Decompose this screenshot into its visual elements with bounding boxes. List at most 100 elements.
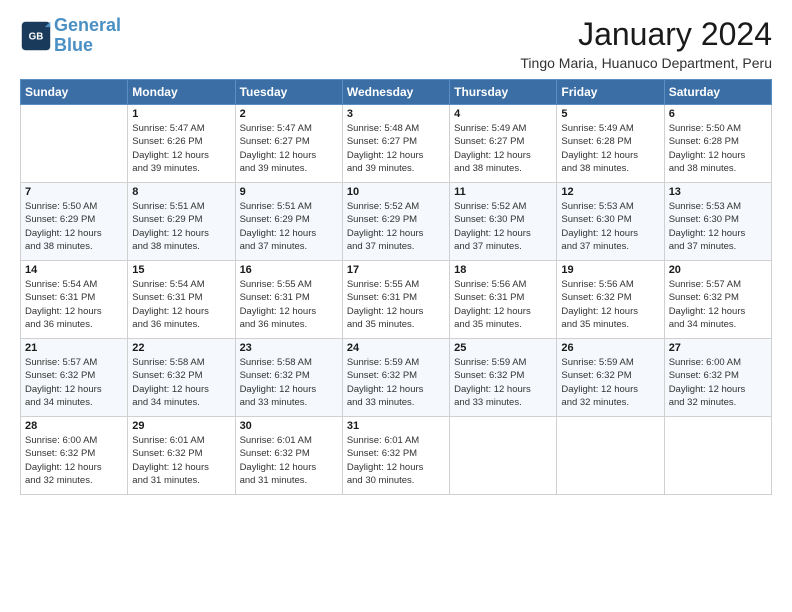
calendar-table: SundayMondayTuesdayWednesdayThursdayFrid… xyxy=(20,79,772,495)
day-number: 5 xyxy=(561,108,659,120)
day-info: Sunrise: 5:53 AMSunset: 6:30 PMDaylight:… xyxy=(561,200,659,253)
calendar-cell xyxy=(557,417,664,495)
day-info: Sunrise: 5:51 AMSunset: 6:29 PMDaylight:… xyxy=(240,200,338,253)
day-info: Sunrise: 5:50 AMSunset: 6:29 PMDaylight:… xyxy=(25,200,123,253)
day-number: 16 xyxy=(240,264,338,276)
calendar-cell: 29 Sunrise: 6:01 AMSunset: 6:32 PMDayligh… xyxy=(128,417,235,495)
day-number: 26 xyxy=(561,342,659,354)
day-info: Sunrise: 5:53 AMSunset: 6:30 PMDaylight:… xyxy=(669,200,767,253)
calendar-cell: 30 Sunrise: 6:01 AMSunset: 6:32 PMDayligh… xyxy=(235,417,342,495)
day-number: 30 xyxy=(240,420,338,432)
svg-text:GB: GB xyxy=(29,31,44,42)
day-info: Sunrise: 5:59 AMSunset: 6:32 PMDaylight:… xyxy=(454,356,552,409)
day-info: Sunrise: 5:57 AMSunset: 6:32 PMDaylight:… xyxy=(669,278,767,331)
day-number: 19 xyxy=(561,264,659,276)
calendar-week-row: 21Sunrise: 5:57 AMSunset: 6:32 PMDayligh… xyxy=(21,339,772,417)
calendar-cell xyxy=(664,417,771,495)
day-number: 22 xyxy=(132,342,230,354)
day-info: Sunrise: 5:56 AMSunset: 6:32 PMDaylight:… xyxy=(561,278,659,331)
weekday-header-tuesday: Tuesday xyxy=(235,80,342,105)
day-number: 11 xyxy=(454,186,552,198)
logo-line1: General xyxy=(54,15,121,35)
day-info: Sunrise: 5:54 AMSunset: 6:31 PMDaylight:… xyxy=(25,278,123,331)
day-info: Sunrise: 5:48 AMSunset: 6:27 PMDaylight:… xyxy=(347,122,445,175)
day-number: 28 xyxy=(25,420,123,432)
calendar-week-row: 1 Sunrise: 5:47 AMSunset: 6:26 PMDaylight… xyxy=(21,105,772,183)
day-number: 31 xyxy=(347,420,445,432)
day-number: 10 xyxy=(347,186,445,198)
calendar-cell: 5 Sunrise: 5:49 AMSunset: 6:28 PMDaylight… xyxy=(557,105,664,183)
calendar-cell: 23 Sunrise: 5:58 AMSunset: 6:32 PMDayligh… xyxy=(235,339,342,417)
day-number: 17 xyxy=(347,264,445,276)
day-number: 27 xyxy=(669,342,767,354)
calendar-cell: 10 Sunrise: 5:52 AMSunset: 6:29 PMDayligh… xyxy=(342,183,449,261)
weekday-header-thursday: Thursday xyxy=(450,80,557,105)
day-info: Sunrise: 5:57 AMSunset: 6:32 PMDaylight:… xyxy=(25,356,123,409)
day-info: Sunrise: 6:00 AMSunset: 6:32 PMDaylight:… xyxy=(669,356,767,409)
day-info: Sunrise: 5:55 AMSunset: 6:31 PMDaylight:… xyxy=(347,278,445,331)
calendar-page: GB General Blue January 2024 Tingo Maria… xyxy=(0,0,792,612)
weekday-header-wednesday: Wednesday xyxy=(342,80,449,105)
calendar-cell: 21Sunrise: 5:57 AMSunset: 6:32 PMDayligh… xyxy=(21,339,128,417)
day-number: 2 xyxy=(240,108,338,120)
day-info: Sunrise: 5:50 AMSunset: 6:28 PMDaylight:… xyxy=(669,122,767,175)
calendar-cell: 8 Sunrise: 5:51 AMSunset: 6:29 PMDaylight… xyxy=(128,183,235,261)
day-info: Sunrise: 5:49 AMSunset: 6:27 PMDaylight:… xyxy=(454,122,552,175)
calendar-cell: 22Sunrise: 5:58 AMSunset: 6:32 PMDayligh… xyxy=(128,339,235,417)
day-info: Sunrise: 5:54 AMSunset: 6:31 PMDaylight:… xyxy=(132,278,230,331)
day-number: 25 xyxy=(454,342,552,354)
day-number: 13 xyxy=(669,186,767,198)
calendar-cell: 2 Sunrise: 5:47 AMSunset: 6:27 PMDaylight… xyxy=(235,105,342,183)
day-info: Sunrise: 5:59 AMSunset: 6:32 PMDaylight:… xyxy=(561,356,659,409)
month-title: January 2024 xyxy=(520,16,772,53)
day-number: 4 xyxy=(454,108,552,120)
calendar-cell: 15Sunrise: 5:54 AMSunset: 6:31 PMDayligh… xyxy=(128,261,235,339)
day-info: Sunrise: 5:59 AMSunset: 6:32 PMDaylight:… xyxy=(347,356,445,409)
day-info: Sunrise: 6:01 AMSunset: 6:32 PMDaylight:… xyxy=(132,434,230,487)
weekday-header-sunday: Sunday xyxy=(21,80,128,105)
calendar-cell: 27 Sunrise: 6:00 AMSunset: 6:32 PMDayligh… xyxy=(664,339,771,417)
calendar-cell xyxy=(21,105,128,183)
day-info: Sunrise: 5:56 AMSunset: 6:31 PMDaylight:… xyxy=(454,278,552,331)
weekday-header-monday: Monday xyxy=(128,80,235,105)
logo-text: General Blue xyxy=(54,16,121,56)
calendar-cell: 20 Sunrise: 5:57 AMSunset: 6:32 PMDayligh… xyxy=(664,261,771,339)
day-number: 24 xyxy=(347,342,445,354)
day-number: 6 xyxy=(669,108,767,120)
calendar-cell: 9 Sunrise: 5:51 AMSunset: 6:29 PMDaylight… xyxy=(235,183,342,261)
calendar-cell: 12Sunrise: 5:53 AMSunset: 6:30 PMDayligh… xyxy=(557,183,664,261)
calendar-week-row: 7 Sunrise: 5:50 AMSunset: 6:29 PMDaylight… xyxy=(21,183,772,261)
calendar-cell: 25 Sunrise: 5:59 AMSunset: 6:32 PMDayligh… xyxy=(450,339,557,417)
day-info: Sunrise: 5:52 AMSunset: 6:30 PMDaylight:… xyxy=(454,200,552,253)
day-number: 20 xyxy=(669,264,767,276)
day-number: 23 xyxy=(240,342,338,354)
day-info: Sunrise: 5:52 AMSunset: 6:29 PMDaylight:… xyxy=(347,200,445,253)
day-number: 7 xyxy=(25,186,123,198)
day-info: Sunrise: 5:49 AMSunset: 6:28 PMDaylight:… xyxy=(561,122,659,175)
location-title: Tingo Maria, Huanuco Department, Peru xyxy=(520,55,772,71)
day-info: Sunrise: 5:47 AMSunset: 6:27 PMDaylight:… xyxy=(240,122,338,175)
day-number: 18 xyxy=(454,264,552,276)
day-number: 29 xyxy=(132,420,230,432)
calendar-cell: 13 Sunrise: 5:53 AMSunset: 6:30 PMDayligh… xyxy=(664,183,771,261)
day-info: Sunrise: 6:01 AMSunset: 6:32 PMDaylight:… xyxy=(347,434,445,487)
day-number: 1 xyxy=(132,108,230,120)
calendar-week-row: 28Sunrise: 6:00 AMSunset: 6:32 PMDayligh… xyxy=(21,417,772,495)
day-info: Sunrise: 5:51 AMSunset: 6:29 PMDaylight:… xyxy=(132,200,230,253)
calendar-cell: 14 Sunrise: 5:54 AMSunset: 6:31 PMDayligh… xyxy=(21,261,128,339)
day-number: 8 xyxy=(132,186,230,198)
day-number: 14 xyxy=(25,264,123,276)
calendar-cell: 18 Sunrise: 5:56 AMSunset: 6:31 PMDayligh… xyxy=(450,261,557,339)
day-info: Sunrise: 5:58 AMSunset: 6:32 PMDaylight:… xyxy=(240,356,338,409)
calendar-cell: 11 Sunrise: 5:52 AMSunset: 6:30 PMDayligh… xyxy=(450,183,557,261)
day-number: 9 xyxy=(240,186,338,198)
title-block: January 2024 Tingo Maria, Huanuco Depart… xyxy=(520,16,772,71)
calendar-cell: 6 Sunrise: 5:50 AMSunset: 6:28 PMDaylight… xyxy=(664,105,771,183)
calendar-cell xyxy=(450,417,557,495)
calendar-cell: 28Sunrise: 6:00 AMSunset: 6:32 PMDayligh… xyxy=(21,417,128,495)
day-info: Sunrise: 5:47 AMSunset: 6:26 PMDaylight:… xyxy=(132,122,230,175)
day-info: Sunrise: 6:01 AMSunset: 6:32 PMDaylight:… xyxy=(240,434,338,487)
calendar-cell: 17 Sunrise: 5:55 AMSunset: 6:31 PMDayligh… xyxy=(342,261,449,339)
day-info: Sunrise: 5:55 AMSunset: 6:31 PMDaylight:… xyxy=(240,278,338,331)
header: GB General Blue January 2024 Tingo Maria… xyxy=(20,16,772,71)
